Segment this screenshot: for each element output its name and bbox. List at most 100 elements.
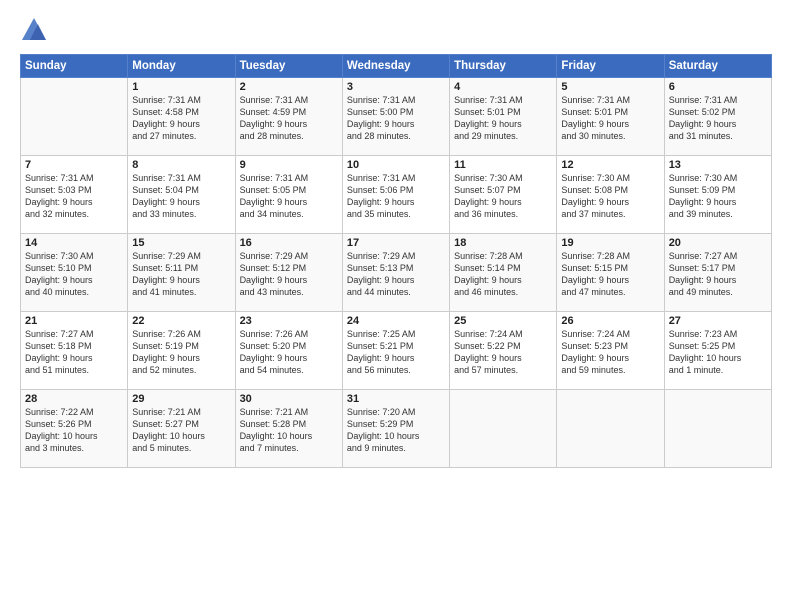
calendar-cell: 2Sunrise: 7:31 AM Sunset: 4:59 PM Daylig… <box>235 78 342 156</box>
calendar-cell: 23Sunrise: 7:26 AM Sunset: 5:20 PM Dayli… <box>235 312 342 390</box>
calendar-cell: 11Sunrise: 7:30 AM Sunset: 5:07 PM Dayli… <box>450 156 557 234</box>
calendar-cell: 30Sunrise: 7:21 AM Sunset: 5:28 PM Dayli… <box>235 390 342 468</box>
day-number: 31 <box>347 393 445 405</box>
day-number: 3 <box>347 81 445 93</box>
cell-content: Sunrise: 7:31 AM Sunset: 5:01 PM Dayligh… <box>454 94 552 143</box>
calendar-cell <box>21 78 128 156</box>
day-number: 11 <box>454 159 552 171</box>
calendar-cell: 12Sunrise: 7:30 AM Sunset: 5:08 PM Dayli… <box>557 156 664 234</box>
day-number: 2 <box>240 81 338 93</box>
calendar-cell: 24Sunrise: 7:25 AM Sunset: 5:21 PM Dayli… <box>342 312 449 390</box>
day-number: 24 <box>347 315 445 327</box>
cell-content: Sunrise: 7:29 AM Sunset: 5:13 PM Dayligh… <box>347 250 445 299</box>
logo-icon <box>20 16 48 44</box>
calendar-cell: 19Sunrise: 7:28 AM Sunset: 5:15 PM Dayli… <box>557 234 664 312</box>
calendar-cell: 6Sunrise: 7:31 AM Sunset: 5:02 PM Daylig… <box>664 78 771 156</box>
cell-content: Sunrise: 7:30 AM Sunset: 5:07 PM Dayligh… <box>454 172 552 221</box>
calendar-week-row: 7Sunrise: 7:31 AM Sunset: 5:03 PM Daylig… <box>21 156 772 234</box>
calendar-cell: 22Sunrise: 7:26 AM Sunset: 5:19 PM Dayli… <box>128 312 235 390</box>
day-number: 9 <box>240 159 338 171</box>
calendar-cell: 21Sunrise: 7:27 AM Sunset: 5:18 PM Dayli… <box>21 312 128 390</box>
calendar-cell: 25Sunrise: 7:24 AM Sunset: 5:22 PM Dayli… <box>450 312 557 390</box>
calendar-cell: 17Sunrise: 7:29 AM Sunset: 5:13 PM Dayli… <box>342 234 449 312</box>
weekday-header: Friday <box>557 55 664 78</box>
cell-content: Sunrise: 7:30 AM Sunset: 5:08 PM Dayligh… <box>561 172 659 221</box>
calendar-cell <box>664 390 771 468</box>
calendar-cell <box>450 390 557 468</box>
day-number: 21 <box>25 315 123 327</box>
calendar-week-row: 14Sunrise: 7:30 AM Sunset: 5:10 PM Dayli… <box>21 234 772 312</box>
day-number: 5 <box>561 81 659 93</box>
logo <box>20 16 52 44</box>
cell-content: Sunrise: 7:27 AM Sunset: 5:17 PM Dayligh… <box>669 250 767 299</box>
day-number: 19 <box>561 237 659 249</box>
cell-content: Sunrise: 7:31 AM Sunset: 5:04 PM Dayligh… <box>132 172 230 221</box>
cell-content: Sunrise: 7:26 AM Sunset: 5:20 PM Dayligh… <box>240 328 338 377</box>
calendar-cell: 8Sunrise: 7:31 AM Sunset: 5:04 PM Daylig… <box>128 156 235 234</box>
calendar-cell: 9Sunrise: 7:31 AM Sunset: 5:05 PM Daylig… <box>235 156 342 234</box>
cell-content: Sunrise: 7:30 AM Sunset: 5:10 PM Dayligh… <box>25 250 123 299</box>
weekday-header: Tuesday <box>235 55 342 78</box>
day-number: 26 <box>561 315 659 327</box>
cell-content: Sunrise: 7:31 AM Sunset: 5:03 PM Dayligh… <box>25 172 123 221</box>
calendar-cell: 14Sunrise: 7:30 AM Sunset: 5:10 PM Dayli… <box>21 234 128 312</box>
calendar-cell: 18Sunrise: 7:28 AM Sunset: 5:14 PM Dayli… <box>450 234 557 312</box>
cell-content: Sunrise: 7:31 AM Sunset: 5:00 PM Dayligh… <box>347 94 445 143</box>
cell-content: Sunrise: 7:31 AM Sunset: 5:05 PM Dayligh… <box>240 172 338 221</box>
calendar-cell: 29Sunrise: 7:21 AM Sunset: 5:27 PM Dayli… <box>128 390 235 468</box>
calendar-cell: 20Sunrise: 7:27 AM Sunset: 5:17 PM Dayli… <box>664 234 771 312</box>
calendar-cell: 3Sunrise: 7:31 AM Sunset: 5:00 PM Daylig… <box>342 78 449 156</box>
cell-content: Sunrise: 7:20 AM Sunset: 5:29 PM Dayligh… <box>347 406 445 455</box>
calendar-week-row: 1Sunrise: 7:31 AM Sunset: 4:58 PM Daylig… <box>21 78 772 156</box>
day-number: 22 <box>132 315 230 327</box>
header-row: SundayMondayTuesdayWednesdayThursdayFrid… <box>21 55 772 78</box>
day-number: 18 <box>454 237 552 249</box>
weekday-header: Saturday <box>664 55 771 78</box>
cell-content: Sunrise: 7:25 AM Sunset: 5:21 PM Dayligh… <box>347 328 445 377</box>
calendar-cell: 31Sunrise: 7:20 AM Sunset: 5:29 PM Dayli… <box>342 390 449 468</box>
cell-content: Sunrise: 7:28 AM Sunset: 5:15 PM Dayligh… <box>561 250 659 299</box>
cell-content: Sunrise: 7:29 AM Sunset: 5:11 PM Dayligh… <box>132 250 230 299</box>
calendar-cell: 13Sunrise: 7:30 AM Sunset: 5:09 PM Dayli… <box>664 156 771 234</box>
day-number: 17 <box>347 237 445 249</box>
day-number: 23 <box>240 315 338 327</box>
calendar-cell: 7Sunrise: 7:31 AM Sunset: 5:03 PM Daylig… <box>21 156 128 234</box>
day-number: 15 <box>132 237 230 249</box>
cell-content: Sunrise: 7:24 AM Sunset: 5:23 PM Dayligh… <box>561 328 659 377</box>
cell-content: Sunrise: 7:30 AM Sunset: 5:09 PM Dayligh… <box>669 172 767 221</box>
day-number: 28 <box>25 393 123 405</box>
calendar-cell: 16Sunrise: 7:29 AM Sunset: 5:12 PM Dayli… <box>235 234 342 312</box>
calendar-cell <box>557 390 664 468</box>
day-number: 14 <box>25 237 123 249</box>
day-number: 30 <box>240 393 338 405</box>
page: SundayMondayTuesdayWednesdayThursdayFrid… <box>0 0 792 612</box>
cell-content: Sunrise: 7:31 AM Sunset: 5:06 PM Dayligh… <box>347 172 445 221</box>
cell-content: Sunrise: 7:28 AM Sunset: 5:14 PM Dayligh… <box>454 250 552 299</box>
calendar-cell: 28Sunrise: 7:22 AM Sunset: 5:26 PM Dayli… <box>21 390 128 468</box>
calendar-cell: 10Sunrise: 7:31 AM Sunset: 5:06 PM Dayli… <box>342 156 449 234</box>
day-number: 25 <box>454 315 552 327</box>
cell-content: Sunrise: 7:29 AM Sunset: 5:12 PM Dayligh… <box>240 250 338 299</box>
calendar-cell: 4Sunrise: 7:31 AM Sunset: 5:01 PM Daylig… <box>450 78 557 156</box>
cell-content: Sunrise: 7:31 AM Sunset: 4:59 PM Dayligh… <box>240 94 338 143</box>
day-number: 20 <box>669 237 767 249</box>
calendar-cell: 26Sunrise: 7:24 AM Sunset: 5:23 PM Dayli… <box>557 312 664 390</box>
calendar-cell: 15Sunrise: 7:29 AM Sunset: 5:11 PM Dayli… <box>128 234 235 312</box>
cell-content: Sunrise: 7:22 AM Sunset: 5:26 PM Dayligh… <box>25 406 123 455</box>
day-number: 16 <box>240 237 338 249</box>
cell-content: Sunrise: 7:21 AM Sunset: 5:28 PM Dayligh… <box>240 406 338 455</box>
weekday-header: Thursday <box>450 55 557 78</box>
calendar-cell: 5Sunrise: 7:31 AM Sunset: 5:01 PM Daylig… <box>557 78 664 156</box>
day-number: 10 <box>347 159 445 171</box>
day-number: 29 <box>132 393 230 405</box>
day-number: 12 <box>561 159 659 171</box>
cell-content: Sunrise: 7:31 AM Sunset: 4:58 PM Dayligh… <box>132 94 230 143</box>
calendar-cell: 1Sunrise: 7:31 AM Sunset: 4:58 PM Daylig… <box>128 78 235 156</box>
day-number: 7 <box>25 159 123 171</box>
calendar-cell: 27Sunrise: 7:23 AM Sunset: 5:25 PM Dayli… <box>664 312 771 390</box>
day-number: 13 <box>669 159 767 171</box>
cell-content: Sunrise: 7:21 AM Sunset: 5:27 PM Dayligh… <box>132 406 230 455</box>
header <box>20 16 772 44</box>
weekday-header: Wednesday <box>342 55 449 78</box>
day-number: 27 <box>669 315 767 327</box>
